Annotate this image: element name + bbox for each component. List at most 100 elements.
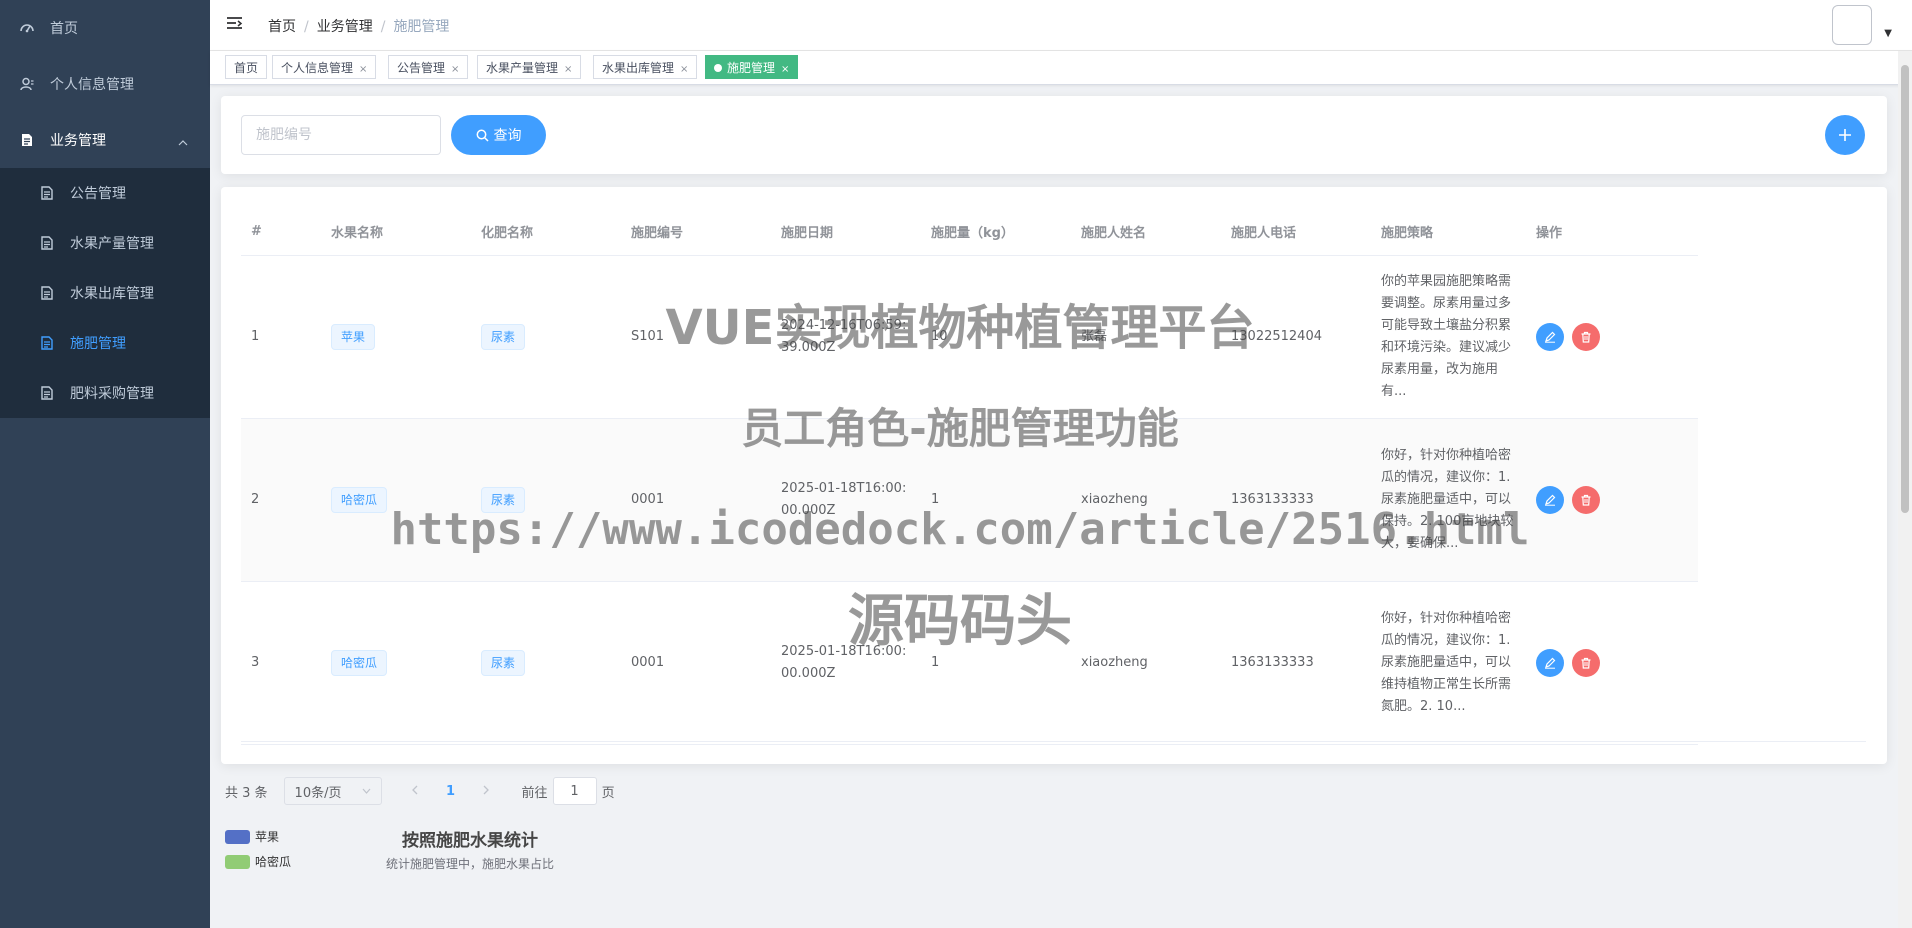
- cell-fruit: 苹果: [321, 255, 471, 419]
- sidebar-item-fertilizer-purchase[interactable]: 肥料采购管理: [0, 368, 210, 418]
- cell-amount: 10: [921, 255, 1071, 419]
- close-icon[interactable]: ×: [680, 64, 688, 75]
- tag-fruit-outbound[interactable]: 水果出库管理 ×: [593, 55, 698, 79]
- cell-phone: 1363133333: [1221, 581, 1371, 745]
- cell-amount: 1: [921, 418, 1071, 582]
- active-dot-icon: [714, 64, 722, 72]
- tag-label: 公告管理: [397, 61, 446, 75]
- edit-icon: [1545, 657, 1556, 669]
- sidebar: 首页 个人信息管理 业务管理 公告管理 水果产量管理 水果出库管理 施肥管理 肥…: [0, 0, 210, 928]
- cell-index: 3: [241, 581, 321, 745]
- search-input[interactable]: [241, 115, 441, 155]
- avatar[interactable]: [1832, 5, 1872, 45]
- page-size-select[interactable]: 10条/页: [283, 777, 382, 805]
- chevron-left-icon: [412, 785, 418, 794]
- document-icon: [20, 133, 34, 147]
- tag-home[interactable]: 首页: [225, 55, 268, 79]
- cell-person: xiaozheng: [1071, 418, 1221, 582]
- breadcrumb-separator: /: [304, 19, 309, 35]
- edit-button[interactable]: [1536, 649, 1564, 677]
- add-button[interactable]: [1825, 115, 1865, 155]
- strategy-text: 你好，针对你种植哈密瓜的情况，建议你：1. 尿素施肥量适中，可以保持。2. 10…: [1381, 448, 1514, 551]
- cell-phone: 13022512404: [1221, 255, 1371, 419]
- sidebar-item-fruit-outbound[interactable]: 水果出库管理: [0, 268, 210, 318]
- scrollbar-thumb[interactable]: [1901, 65, 1909, 513]
- cell-actions: [1526, 581, 1698, 745]
- dashboard-icon: [20, 21, 34, 35]
- edit-button[interactable]: [1536, 323, 1564, 351]
- chart-title: 按照施肥水果统计: [402, 831, 538, 851]
- chevron-up-icon: [178, 134, 188, 150]
- legend-swatch: [225, 829, 250, 844]
- user-icon: [20, 77, 34, 91]
- cell-fertilizer: 尿素: [471, 581, 621, 745]
- tag-label: 个人信息管理: [281, 61, 354, 75]
- sidebar-item-notice[interactable]: 公告管理: [0, 168, 210, 218]
- delete-button[interactable]: [1572, 649, 1600, 677]
- legend-item[interactable]: 苹果: [225, 828, 279, 845]
- business-submenu: 公告管理 水果产量管理 水果出库管理 施肥管理 肥料采购管理: [0, 168, 210, 418]
- query-button-label: 查询: [493, 128, 522, 144]
- strategy-text: 你的苹果园施肥策略需要调整。尿素用量过多可能导致土壤盐分积累和环境污染。建议减少…: [1381, 274, 1512, 399]
- breadcrumb-item-business[interactable]: 业务管理: [317, 19, 373, 35]
- tag-profile[interactable]: 个人信息管理 ×: [272, 55, 377, 79]
- sidebar-item-label: 施肥管理: [70, 336, 126, 352]
- date-text: 2025-01-18T16:00:00.000Z: [781, 644, 907, 681]
- cell-index: 2: [241, 418, 321, 582]
- delete-button[interactable]: [1572, 323, 1600, 351]
- edit-button[interactable]: [1536, 486, 1564, 514]
- document-icon: [40, 186, 54, 200]
- column-header: 水果名称: [321, 207, 471, 256]
- cell-code: 0001: [621, 581, 771, 745]
- delete-button[interactable]: [1572, 486, 1600, 514]
- navbar: 首页 / 业务管理 / 施肥管理 ▼: [210, 0, 1912, 51]
- fertilizer-tag: 尿素: [481, 650, 526, 676]
- edit-icon: [1545, 331, 1556, 343]
- sidebar-item-home[interactable]: 首页: [0, 0, 210, 56]
- tag-notice[interactable]: 公告管理 ×: [388, 55, 469, 79]
- edit-icon: [1545, 494, 1556, 506]
- caret-down-icon[interactable]: ▼: [1884, 28, 1892, 39]
- fruit-tag: 苹果: [331, 324, 376, 350]
- table-header-row: # 水果名称 化肥名称 施肥编号 施肥日期 施肥量（kg） 施肥人姓名 施肥人电…: [241, 207, 1698, 256]
- document-icon: [40, 386, 54, 400]
- goto-page-input[interactable]: [552, 777, 597, 805]
- tags-view: 首页 个人信息管理 × 公告管理 × 水果产量管理 × 水果出库管理 × 施肥管理 ×: [210, 51, 1912, 85]
- cell-fruit: 哈密瓜: [321, 581, 471, 745]
- sidebar-item-label: 水果产量管理: [70, 236, 154, 252]
- legend-item[interactable]: 哈密瓜: [225, 853, 291, 870]
- sidebar-item-label: 水果出库管理: [70, 286, 154, 302]
- tag-label: 首页: [234, 61, 259, 75]
- cell-code: S101: [621, 255, 771, 419]
- cell-strategy: 你好，针对你种植哈密瓜的情况，建议你：1. 尿素施肥量适中，可以维持植物正常生长…: [1371, 581, 1526, 745]
- breadcrumb-item-home[interactable]: 首页: [268, 19, 296, 35]
- fertilization-table: # 水果名称 化肥名称 施肥编号 施肥日期 施肥量（kg） 施肥人姓名 施肥人电…: [241, 207, 1698, 745]
- tag-fruit-yield[interactable]: 水果产量管理 ×: [477, 55, 582, 79]
- close-icon[interactable]: ×: [564, 64, 572, 75]
- sidebar-item-business[interactable]: 业务管理: [0, 112, 210, 168]
- fruit-tag: 哈密瓜: [331, 650, 388, 676]
- sidebar-item-label: 个人信息管理: [50, 77, 134, 93]
- sidebar-item-label: 首页: [50, 21, 78, 37]
- sidebar-item-profile[interactable]: 个人信息管理: [0, 56, 210, 112]
- hamburger-menu-icon[interactable]: [226, 15, 244, 33]
- vertical-scrollbar[interactable]: [1898, 51, 1912, 928]
- tag-fertilization[interactable]: 施肥管理 ×: [705, 55, 799, 79]
- close-icon[interactable]: ×: [359, 64, 367, 75]
- column-header: 操作: [1526, 207, 1698, 256]
- prev-page-button[interactable]: [400, 784, 430, 799]
- next-page-button[interactable]: [472, 784, 502, 799]
- query-button[interactable]: 查询: [451, 115, 546, 155]
- close-icon[interactable]: ×: [451, 64, 459, 75]
- close-icon[interactable]: ×: [781, 64, 789, 75]
- column-header: 施肥人电话: [1221, 207, 1371, 256]
- sidebar-item-fertilization[interactable]: 施肥管理: [0, 318, 210, 368]
- cell-fertilizer: 尿素: [471, 418, 621, 582]
- column-header: 施肥人姓名: [1071, 207, 1221, 256]
- cell-phone: 1363133333: [1221, 418, 1371, 582]
- sidebar-item-fruit-yield[interactable]: 水果产量管理: [0, 218, 210, 268]
- page-number[interactable]: 1: [436, 784, 466, 799]
- breadcrumb-separator: /: [380, 19, 386, 35]
- page-size-value: 10条/页: [294, 785, 342, 801]
- document-icon: [40, 286, 54, 300]
